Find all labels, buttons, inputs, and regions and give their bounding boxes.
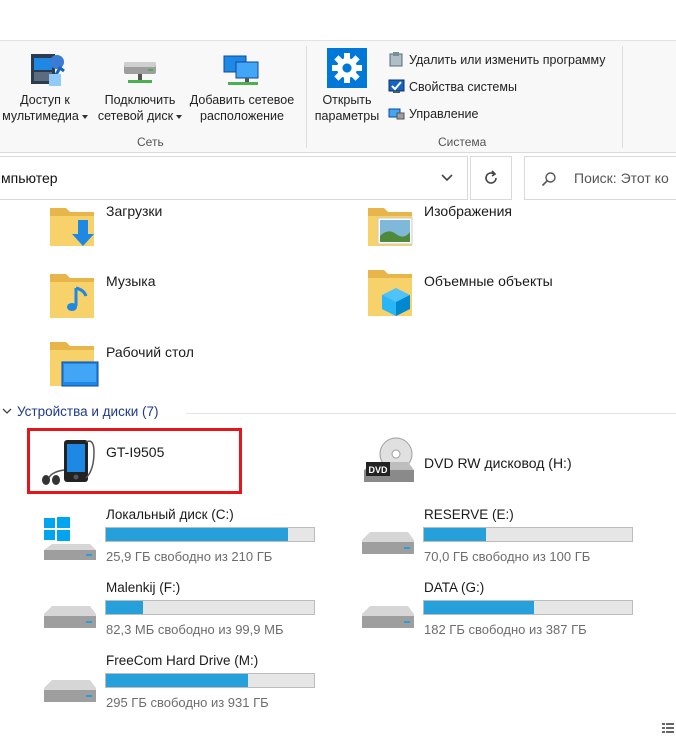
search-icon — [541, 172, 556, 187]
chevron-down-icon[interactable] — [441, 173, 453, 183]
drive-c-free-text: 25,9 ГБ свободно из 210 ГБ — [106, 549, 273, 564]
add-location-label-1: Добавить сетевое — [189, 93, 295, 107]
folder-pictures-label[interactable]: Изображения — [424, 203, 512, 219]
refresh-button[interactable] — [470, 156, 512, 200]
devices-section-header[interactable]: Устройства и диски (7) — [17, 404, 159, 419]
system-properties-button[interactable]: Свойства системы — [388, 78, 517, 95]
device-dvd-label[interactable]: DVD RW дисковод (H:) — [424, 455, 572, 471]
3d-objects-folder-icon[interactable] — [366, 266, 414, 322]
windows-drive-icon[interactable] — [42, 516, 98, 562]
map-drive-label-2: сетевой диск — [97, 109, 174, 123]
folder-3d-objects-label[interactable]: Объемные объекты — [424, 273, 553, 289]
drive-f-usage-bar — [105, 600, 315, 615]
music-folder-icon[interactable] — [48, 270, 96, 322]
drive-e-free-text: 70,0 ГБ свободно из 100 ГБ — [424, 549, 591, 564]
downloads-folder-icon[interactable] — [48, 204, 96, 250]
hard-drive-icon[interactable] — [42, 604, 98, 634]
drive-e-usage-fill — [424, 528, 487, 541]
chevron-down-icon — [81, 114, 88, 119]
map-drive-label-1: Подключить — [104, 93, 176, 107]
details-view-icon[interactable] — [662, 722, 674, 734]
add-location-label-2: расположение — [200, 109, 284, 123]
open-settings-button[interactable]: Открыть параметры — [310, 48, 384, 124]
group-separator — [622, 46, 623, 148]
drive-e-label[interactable]: RESERVE (E:) — [424, 507, 514, 522]
desktop-folder-icon[interactable] — [48, 338, 100, 390]
drive-f-usage-fill — [106, 601, 143, 614]
hard-drive-icon[interactable] — [42, 678, 98, 708]
refresh-icon — [485, 170, 497, 184]
program-icon — [389, 52, 403, 67]
manage-button[interactable]: Управление — [388, 105, 479, 122]
folder-music-label[interactable]: Музыка — [106, 273, 156, 289]
address-path: мпьютер — [1, 170, 58, 186]
section-divider — [186, 413, 676, 414]
gear-icon — [327, 48, 367, 88]
manage-label: Управление — [409, 106, 479, 121]
drive-c-usage-bar — [105, 527, 315, 542]
hard-drive-icon[interactable] — [360, 530, 416, 560]
hard-drive-icon[interactable] — [360, 604, 416, 634]
ribbon: Доступ к мультимедиа Подключить сетевой … — [0, 0, 676, 153]
system-properties-label: Свойства системы — [409, 79, 517, 94]
drive-m-free-text: 295 ГБ свободно из 931 ГБ — [106, 695, 269, 710]
pictures-folder-icon[interactable] — [366, 204, 414, 250]
drive-e-usage-bar — [423, 527, 633, 542]
media-access-label-1: Доступ к — [20, 93, 70, 107]
drive-m-label[interactable]: FreeCom Hard Drive (M:) — [106, 653, 258, 668]
drive-g-free-text: 182 ГБ свободно из 387 ГБ — [424, 622, 587, 637]
chevron-down-icon — [176, 114, 183, 119]
uninstall-program-button[interactable]: Удалить или изменить программу — [388, 51, 606, 68]
drive-g-usage-bar — [423, 600, 633, 615]
folder-desktop-label[interactable]: Рабочий стол — [106, 344, 194, 360]
drive-g-usage-fill — [424, 601, 535, 614]
search-input[interactable]: Поиск: Этот ко — [574, 170, 669, 186]
network-group-label: Сеть — [137, 135, 164, 149]
network-drive-icon — [124, 62, 156, 83]
system-group-label: Система — [438, 135, 487, 149]
drive-f-label[interactable]: Malenkij (F:) — [106, 580, 180, 595]
drive-c-usage-fill — [106, 528, 289, 541]
open-settings-label-2: параметры — [314, 109, 380, 123]
ribbon-tab-strip — [0, 0, 676, 41]
add-network-location-button[interactable]: Добавить сетевое расположение — [184, 48, 300, 124]
manage-icon — [388, 108, 405, 120]
map-network-drive-button[interactable]: Подключить сетевой диск — [96, 48, 184, 124]
media-access-label-2: мультимедиа — [2, 109, 79, 123]
address-bar[interactable]: мпьютер — [0, 156, 468, 200]
network-location-icon — [223, 55, 259, 85]
drive-g-label[interactable]: DATA (G:) — [424, 580, 484, 595]
drive-c-label[interactable]: Локальный диск (C:) — [106, 507, 234, 522]
drive-f-free-text: 82,3 МБ свободно из 99,9 МБ — [106, 622, 284, 637]
uninstall-program-label: Удалить или изменить программу — [409, 52, 606, 67]
search-box[interactable]: Поиск: Этот ко — [524, 156, 676, 200]
group-separator — [306, 46, 307, 148]
drive-m-usage-fill — [106, 674, 249, 687]
open-settings-label-1: Открыть — [322, 93, 372, 107]
selection-highlight — [27, 428, 242, 494]
drive-m-usage-bar — [105, 673, 315, 688]
system-properties-icon — [388, 79, 405, 93]
media-access-button[interactable]: Доступ к мультимедиа — [0, 48, 90, 124]
svg-text:DVD: DVD — [368, 465, 388, 475]
media-icon — [31, 54, 65, 86]
chevron-down-icon[interactable] — [2, 408, 12, 416]
dvd-drive-icon[interactable]: DVD — [360, 436, 416, 488]
folder-downloads-label[interactable]: Загрузки — [106, 203, 162, 219]
